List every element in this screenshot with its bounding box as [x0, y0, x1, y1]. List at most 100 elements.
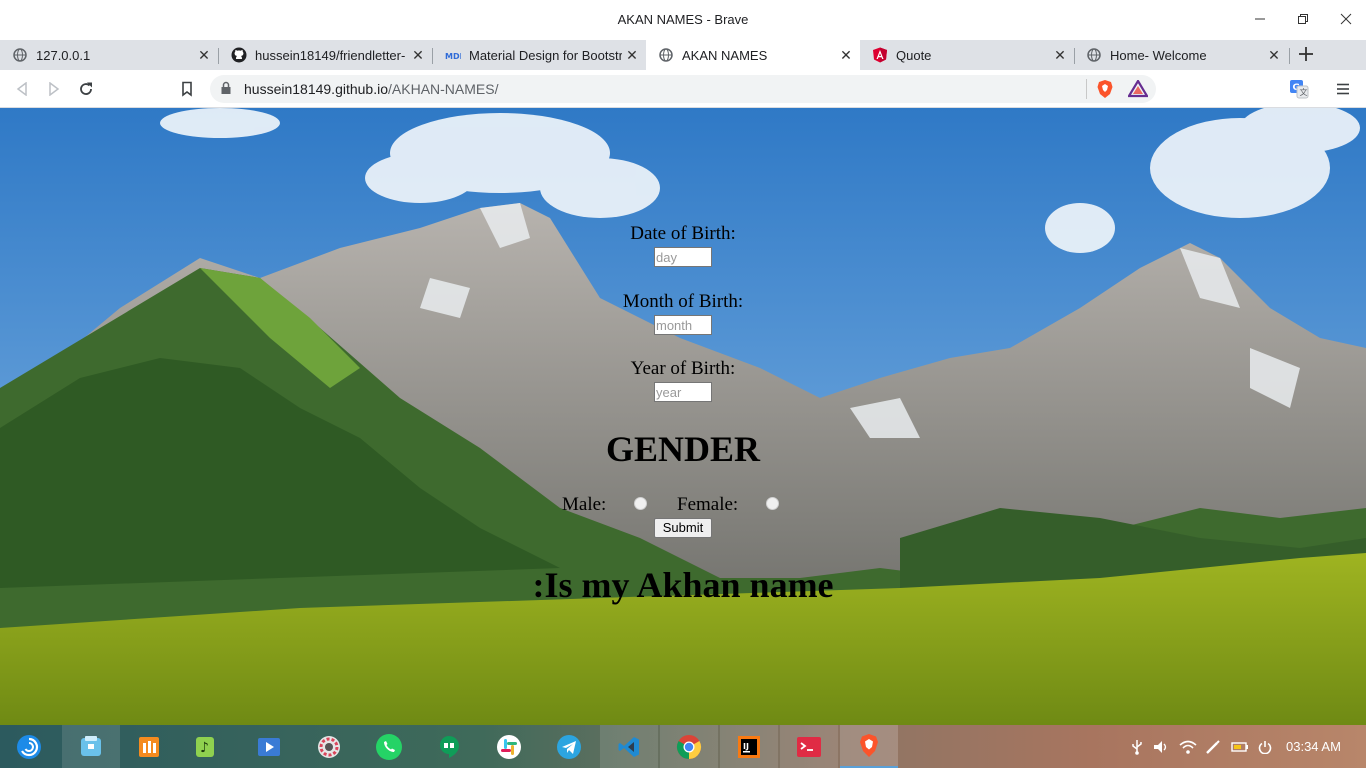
- tab-label: Quote: [896, 47, 932, 63]
- url-host: hussein18149.github.io: [244, 81, 389, 97]
- chrome-icon: [676, 734, 702, 759]
- restore-icon: [1298, 14, 1308, 24]
- tab-close-button[interactable]: ✕: [408, 45, 428, 65]
- globe-icon: [1086, 47, 1102, 63]
- battery-icon[interactable]: [1230, 725, 1250, 768]
- telegram-icon: [557, 734, 581, 759]
- video-icon: [258, 737, 280, 756]
- tab-label: AKAN NAMES: [682, 47, 768, 63]
- omnibox-divider: [1086, 79, 1087, 99]
- hamburger-menu-icon: [1337, 83, 1349, 95]
- back-button[interactable]: [10, 77, 34, 101]
- bookmark-icon: [182, 81, 192, 97]
- year-label: Year of Birth:: [630, 358, 736, 379]
- slack-button[interactable]: [480, 725, 538, 768]
- svg-text:文: 文: [1300, 87, 1308, 97]
- tab-close-button[interactable]: ✕: [622, 45, 642, 65]
- svg-text:IJ: IJ: [743, 742, 749, 751]
- mountain-background-image: [0, 108, 1366, 725]
- tab-mdb[interactable]: MDB Material Design for Bootstr ✕: [433, 40, 646, 70]
- hangouts-button[interactable]: [420, 725, 478, 768]
- music-button[interactable]: ♪: [178, 725, 236, 768]
- month-label: Month of Birth:: [622, 291, 744, 312]
- svg-text:♪: ♪: [200, 740, 209, 756]
- tab-label: hussein18149/friendletter-: [255, 47, 406, 63]
- male-radio[interactable]: [634, 497, 647, 510]
- music-icon: ♪: [196, 736, 214, 757]
- video-button[interactable]: [240, 725, 298, 768]
- close-icon: [1340, 13, 1352, 25]
- taskbar: ♪ IJ 03:34 AM: [0, 725, 1366, 768]
- file-manager-button[interactable]: [62, 725, 120, 768]
- app-store-button[interactable]: [120, 725, 178, 768]
- minimize-button[interactable]: [1248, 8, 1272, 32]
- page-viewport: Date of Birth: Month of Birth: Year of B…: [0, 108, 1366, 725]
- address-bar[interactable]: hussein18149.github.io/AKHAN-NAMES/: [210, 75, 1156, 103]
- power-icon[interactable]: [1256, 725, 1274, 768]
- tab-home-welcome[interactable]: Home- Welcome ✕: [1074, 40, 1288, 70]
- bookmark-button[interactable]: [175, 77, 199, 101]
- day-input[interactable]: [654, 247, 712, 267]
- tab-close-button[interactable]: ✕: [1050, 45, 1070, 65]
- hangouts-icon: [440, 735, 459, 758]
- new-tab-button[interactable]: [1294, 43, 1318, 67]
- female-radio[interactable]: [766, 497, 779, 510]
- telegram-button[interactable]: [540, 725, 598, 768]
- clock[interactable]: 03:34 AM: [1286, 739, 1341, 754]
- tab-close-button[interactable]: ✕: [194, 45, 214, 65]
- reload-button[interactable]: [74, 77, 98, 101]
- title-bar: AKAN NAMES - Brave: [0, 0, 1366, 40]
- tab-localhost[interactable]: 127.0.0.1 ✕: [0, 40, 218, 70]
- terminal-button[interactable]: [780, 725, 838, 768]
- settings-button[interactable]: [300, 725, 358, 768]
- maximize-button[interactable]: [1291, 8, 1315, 32]
- tab-close-button[interactable]: ✕: [836, 45, 856, 65]
- app-store-icon: [139, 736, 159, 757]
- github-icon: [231, 47, 247, 63]
- launcher-button[interactable]: [0, 725, 58, 768]
- translate-button[interactable]: G文: [1287, 77, 1311, 101]
- mdb-icon: MDB: [445, 47, 461, 63]
- close-window-button[interactable]: [1334, 8, 1358, 32]
- tab-divider: [1289, 48, 1290, 64]
- chrome-button[interactable]: [660, 725, 718, 768]
- svg-text:MDB: MDB: [445, 52, 461, 60]
- tab-github[interactable]: hussein18149/friendletter- ✕: [219, 40, 432, 70]
- intellij-icon: IJ: [738, 735, 760, 758]
- google-translate-icon: G文: [1290, 80, 1309, 99]
- brave-rewards-icon[interactable]: [1127, 78, 1149, 103]
- brave-shields-icon[interactable]: [1096, 79, 1114, 104]
- day-label: Date of Birth:: [630, 223, 736, 244]
- globe-icon: [658, 47, 674, 63]
- slack-icon: [497, 734, 521, 759]
- tab-close-button[interactable]: ✕: [1264, 45, 1284, 65]
- brave-icon: [860, 733, 878, 757]
- volume-icon[interactable]: [1152, 725, 1170, 768]
- vscode-button[interactable]: [600, 725, 658, 768]
- launcher-icon: [17, 734, 41, 759]
- file-manager-icon: [81, 735, 101, 756]
- tab-label: 127.0.0.1: [36, 47, 91, 63]
- terminal-icon: [797, 736, 821, 757]
- female-label: Female:: [677, 494, 739, 515]
- forward-button[interactable]: [42, 77, 66, 101]
- whatsapp-button[interactable]: [360, 725, 418, 768]
- usb-icon[interactable]: [1128, 725, 1146, 768]
- url-path: /AKHAN-NAMES/: [388, 81, 499, 97]
- globe-icon: [12, 47, 28, 63]
- submit-button[interactable]: Submit: [654, 518, 712, 538]
- wifi-icon[interactable]: [1178, 725, 1198, 768]
- reload-icon: [80, 82, 92, 95]
- pen-icon[interactable]: [1204, 725, 1222, 768]
- forward-arrow-icon: [49, 82, 60, 96]
- month-input[interactable]: [654, 315, 712, 335]
- tab-akan-names[interactable]: AKAN NAMES ✕: [646, 40, 860, 70]
- year-input[interactable]: [654, 382, 712, 402]
- menu-button[interactable]: [1331, 77, 1355, 101]
- tab-quote[interactable]: Quote ✕: [860, 40, 1074, 70]
- minimize-icon: [1255, 18, 1265, 20]
- intellij-button[interactable]: IJ: [720, 725, 778, 768]
- url-text: hussein18149.github.io/AKHAN-NAMES/: [244, 81, 498, 97]
- tab-label: Home- Welcome: [1110, 47, 1207, 63]
- brave-button[interactable]: [840, 725, 898, 768]
